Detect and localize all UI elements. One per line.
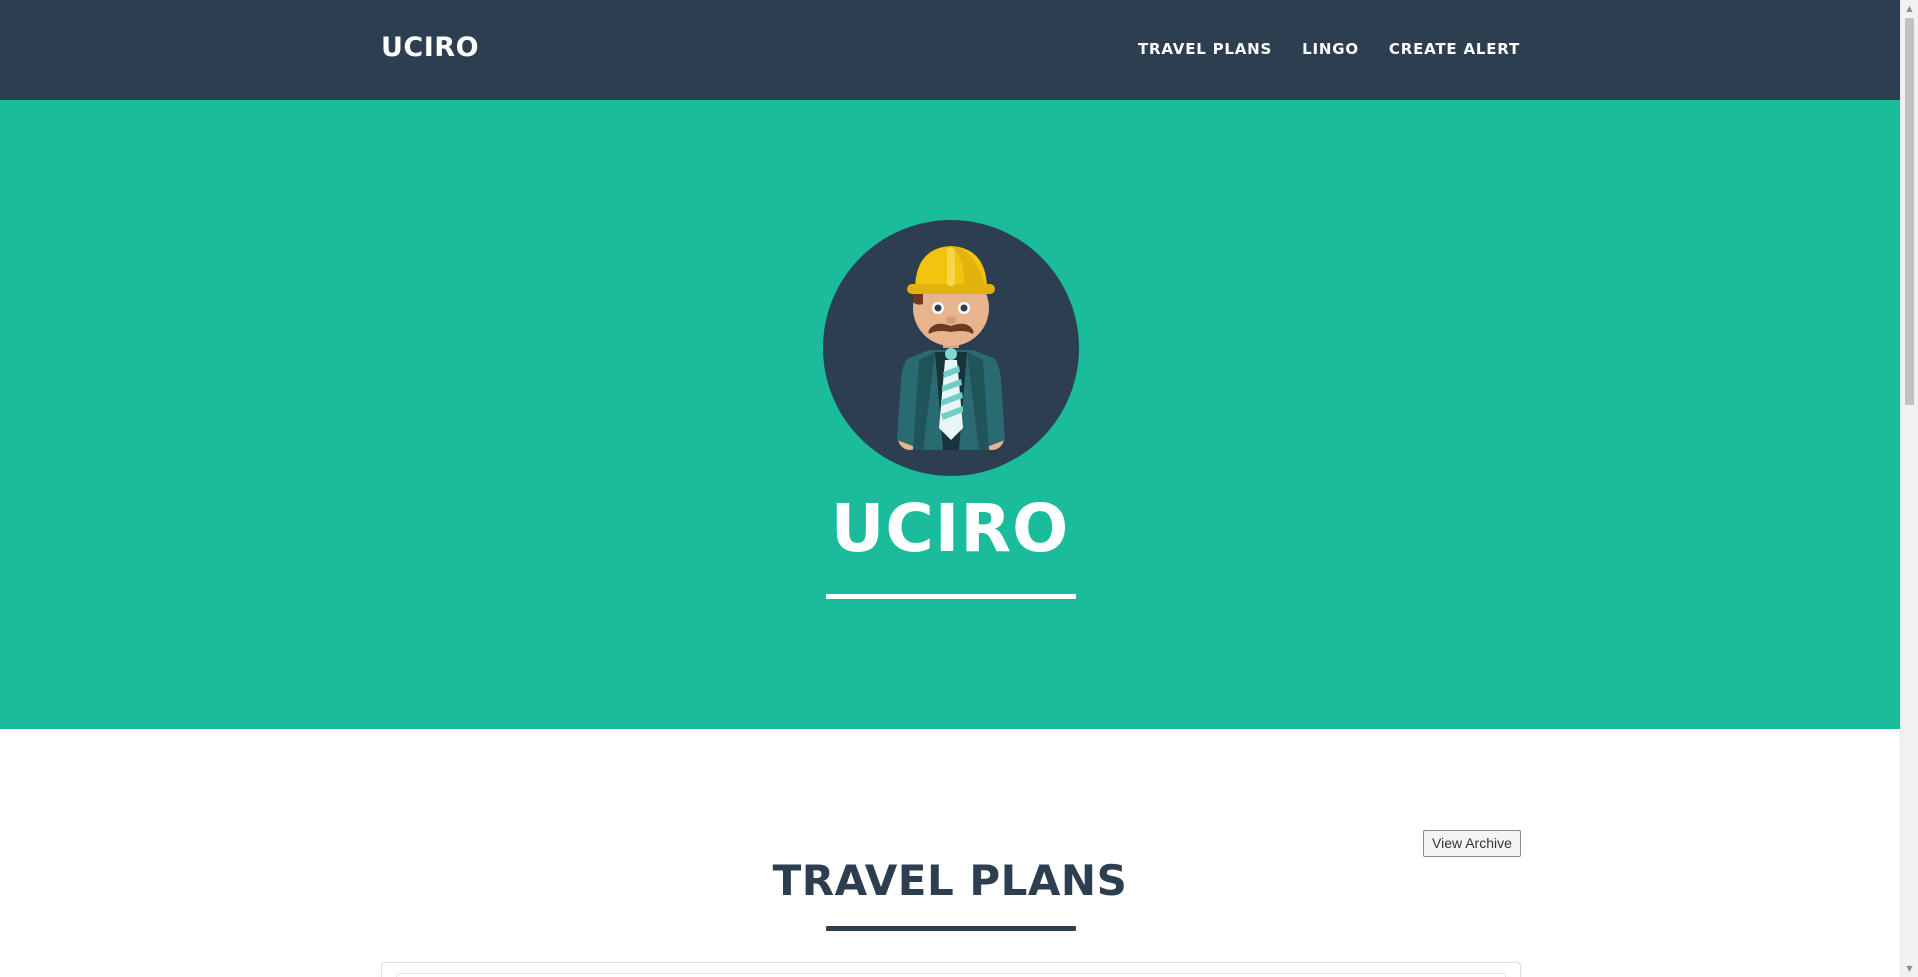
travel-plans-card-inner xyxy=(396,973,1506,977)
vertical-scrollbar[interactable]: ▲ ▼ xyxy=(1900,0,1918,977)
masthead: UCIRO xyxy=(0,100,1900,729)
nav-link-create-alert[interactable]: CREATE ALERT xyxy=(1389,40,1520,58)
top-navbar: UCIRO TRAVEL PLANS LINGO CREATE ALERT xyxy=(0,0,1900,100)
nav-link-lingo[interactable]: LINGO xyxy=(1302,40,1359,58)
masthead-title: UCIRO xyxy=(830,490,1070,567)
masthead-divider xyxy=(826,594,1076,599)
scroll-up-icon[interactable]: ▲ xyxy=(1901,0,1918,17)
worker-avatar-icon xyxy=(823,220,1079,476)
travel-plans-card xyxy=(381,962,1521,977)
page: UCIRO TRAVEL PLANS LINGO CREATE ALERT UC… xyxy=(0,0,1918,977)
nav-link-travel-plans[interactable]: TRAVEL PLANS xyxy=(1138,40,1272,58)
brand-link[interactable]: UCIRO xyxy=(381,32,479,63)
scroll-thumb[interactable] xyxy=(1905,18,1914,405)
nav-links: TRAVEL PLANS LINGO CREATE ALERT xyxy=(1138,40,1520,58)
scroll-down-icon[interactable]: ▼ xyxy=(1901,960,1918,977)
section-title: TRAVEL PLANS xyxy=(772,856,1128,905)
view-archive-button[interactable]: View Archive xyxy=(1423,830,1521,857)
section-divider xyxy=(826,926,1076,931)
travel-plans-section: View Archive TRAVEL PLANS xyxy=(0,729,1900,977)
